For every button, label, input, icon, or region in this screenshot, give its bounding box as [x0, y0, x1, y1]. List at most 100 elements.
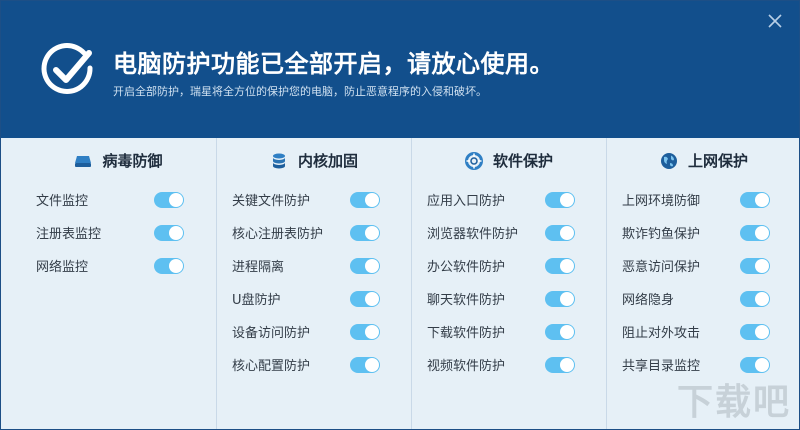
- toggle-knob: [755, 357, 769, 372]
- setting-label: 视频软件防护: [427, 359, 506, 374]
- column-kernel: 内核加固 关键文件防护 核心注册表防护 进程隔离 U盘防护设备访问防护 核心配置防护: [216, 138, 411, 429]
- toggle-knob: [560, 324, 574, 339]
- toggle-knob: [365, 192, 379, 207]
- toggle-knob: [560, 225, 574, 240]
- setting-toggle[interactable]: [740, 224, 770, 241]
- setting-row: 恶意访问保护: [607, 249, 799, 282]
- setting-label: 文件监控: [36, 194, 89, 209]
- setting-row: 核心配置防护: [217, 348, 411, 381]
- setting-toggle[interactable]: [350, 290, 380, 307]
- setting-label: 核心注册表防护: [232, 227, 324, 242]
- setting-row: 网络隐身: [607, 282, 799, 315]
- column-header: 内核加固: [217, 138, 411, 183]
- setting-row: 文件监控: [21, 183, 216, 216]
- setting-label: 注册表监控: [36, 227, 102, 242]
- setting-label: 上网环境防御: [622, 194, 701, 209]
- setting-row: 阻止对外攻击: [607, 315, 799, 348]
- setting-toggle[interactable]: [545, 356, 575, 373]
- setting-label: 聊天软件防护: [427, 293, 506, 308]
- setting-row: 办公软件防护: [412, 249, 606, 282]
- setting-row: 浏览器软件防护: [412, 216, 606, 249]
- column-virus: 病毒防御 文件监控注册表监控网络监控: [21, 138, 216, 429]
- setting-label: 应用入口防护: [427, 194, 506, 209]
- close-button[interactable]: [767, 13, 783, 29]
- setting-toggle[interactable]: [740, 257, 770, 274]
- setting-label: 核心配置防护: [232, 359, 311, 374]
- setting-toggle[interactable]: [545, 323, 575, 340]
- toggle-knob: [365, 357, 379, 372]
- setting-label: 阻止对外攻击: [622, 326, 701, 341]
- toggle-knob: [560, 258, 574, 273]
- database-icon: [270, 152, 288, 170]
- setting-toggle[interactable]: [350, 356, 380, 373]
- toggle-knob: [560, 291, 574, 306]
- toggle-knob: [755, 192, 769, 207]
- column-software: 软件保护 应用入口防护 浏览器软件防护 办公软件防护 聊天软件防护 下载软件防护 视频软件…: [411, 138, 606, 429]
- setting-label: 办公软件防护: [427, 260, 506, 275]
- setting-label: 设备访问防护: [232, 326, 311, 341]
- setting-toggle[interactable]: [154, 191, 184, 208]
- toggle-knob: [755, 258, 769, 273]
- toggle-knob: [755, 291, 769, 306]
- setting-toggle[interactable]: [740, 356, 770, 373]
- setting-row: 欺诈钓鱼保护: [607, 216, 799, 249]
- setting-label: U盘防护: [232, 293, 281, 308]
- drive-icon: [74, 152, 92, 170]
- setting-label: 进程隔离: [232, 260, 285, 275]
- close-icon: [768, 14, 782, 28]
- toggle-knob: [365, 258, 379, 273]
- header-banner: 电脑防护功能已全部开启，请放心使用。 开启全部防护，瑞星将全方位的保护您的电脑，…: [1, 1, 799, 138]
- protection-window: 电脑防护功能已全部开启，请放心使用。 开启全部防护，瑞星将全方位的保护您的电脑，…: [0, 0, 800, 430]
- setting-toggle[interactable]: [740, 191, 770, 208]
- setting-toggle[interactable]: [350, 224, 380, 241]
- column-title: 内核加固: [297, 152, 358, 170]
- setting-row: 聊天软件防护: [412, 282, 606, 315]
- setting-row: 网络监控: [21, 249, 216, 282]
- setting-label: 网络隐身: [622, 293, 675, 308]
- setting-label: 恶意访问保护: [622, 260, 701, 275]
- setting-toggle[interactable]: [350, 257, 380, 274]
- setting-row: 下载软件防护: [412, 315, 606, 348]
- page-subtitle: 开启全部防护，瑞星将全方位的保护您的电脑，防止恶意程序的入侵和破坏。: [113, 85, 487, 98]
- check-shield-icon: [39, 41, 97, 99]
- setting-toggle[interactable]: [740, 290, 770, 307]
- column-header: 病毒防御: [21, 138, 216, 183]
- column-title: 软件保护: [492, 152, 553, 170]
- column-header: 上网保护: [607, 138, 799, 183]
- setting-row: 设备访问防护: [217, 315, 411, 348]
- setting-label: 下载软件防护: [427, 326, 506, 341]
- setting-toggle[interactable]: [350, 191, 380, 208]
- setting-row: 上网环境防御: [607, 183, 799, 216]
- setting-label: 浏览器软件防护: [427, 227, 519, 242]
- setting-row: 视频软件防护: [412, 348, 606, 381]
- setting-label: 共享目录监控: [622, 359, 701, 374]
- setting-row: U盘防护: [217, 282, 411, 315]
- setting-row: 关键文件防护: [217, 183, 411, 216]
- setting-row: 核心注册表防护: [217, 216, 411, 249]
- toggle-knob: [365, 291, 379, 306]
- column-title: 上网保护: [687, 152, 748, 170]
- setting-label: 欺诈钓鱼保护: [622, 227, 701, 242]
- setting-toggle[interactable]: [545, 290, 575, 307]
- setting-toggle[interactable]: [154, 224, 184, 241]
- lifebuoy-icon: [464, 151, 483, 170]
- setting-row: 注册表监控: [21, 216, 216, 249]
- toggle-knob: [755, 324, 769, 339]
- setting-toggle[interactable]: [545, 257, 575, 274]
- watermark-logo: 下载吧: [676, 382, 791, 423]
- setting-toggle[interactable]: [545, 224, 575, 241]
- toggle-knob: [169, 192, 183, 207]
- toggle-knob: [365, 225, 379, 240]
- setting-label: 网络监控: [36, 260, 89, 275]
- setting-toggle[interactable]: [545, 191, 575, 208]
- toggle-knob: [560, 192, 574, 207]
- setting-toggle[interactable]: [154, 257, 184, 274]
- setting-toggle[interactable]: [740, 323, 770, 340]
- setting-toggle[interactable]: [350, 323, 380, 340]
- toggle-knob: [755, 225, 769, 240]
- column-title: 病毒防御: [102, 152, 163, 170]
- setting-row: 应用入口防护: [412, 183, 606, 216]
- toggle-knob: [169, 225, 183, 240]
- setting-row: 进程隔离: [217, 249, 411, 282]
- setting-label: 关键文件防护: [232, 194, 311, 209]
